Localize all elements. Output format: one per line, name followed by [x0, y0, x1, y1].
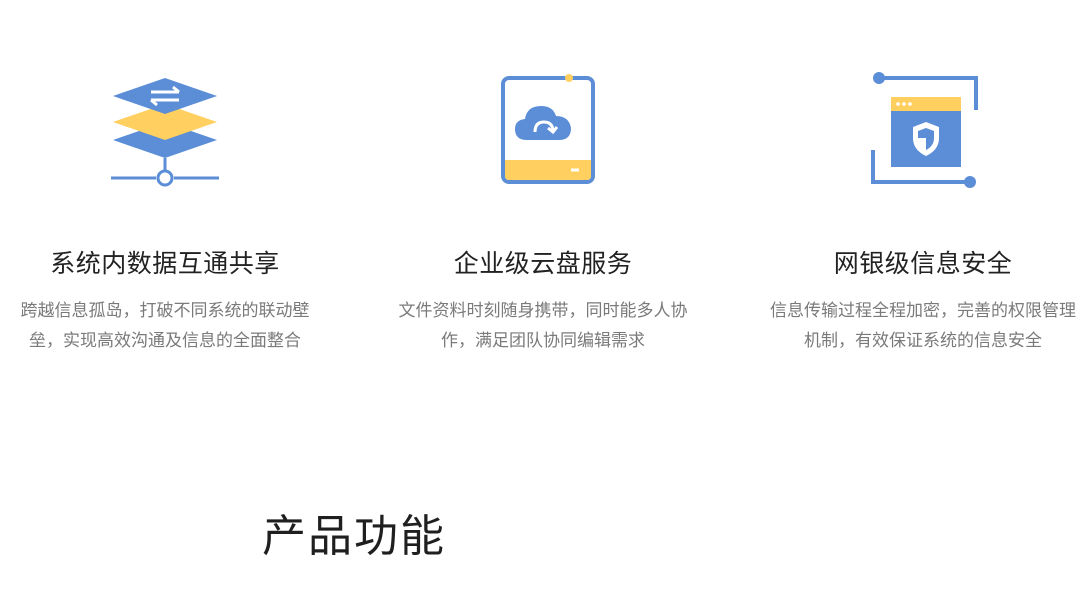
feature-card-data-sharing: 系统内数据互通共享 跨越信息孤岛，打破不同系统的联动壁垒，实现高效沟通及信息的全… — [5, 70, 325, 356]
feature-title: 企业级云盘服务 — [453, 249, 633, 278]
feature-card-cloud-drive: 企业级云盘服务 文件资料时刻随身携带，同时能多人协作，满足团队协同编辑需求 — [383, 70, 703, 356]
feature-title: 系统内数据互通共享 — [50, 249, 280, 278]
feature-description: 信息传输过程全程加密，完善的权限管理机制，有效保证系统的信息安全 — [770, 301, 1076, 351]
page: 系统内数据互通共享 跨越信息孤岛，打破不同系统的联动壁垒，实现高效沟通及信息的全… — [0, 0, 1080, 608]
feature-description: 跨越信息孤岛，打破不同系统的联动壁垒，实现高效沟通及信息的全面整合 — [20, 301, 310, 351]
feature-description: 文件资料时刻随身携带，同时能多人协作，满足团队协同编辑需求 — [398, 301, 688, 351]
data-exchange-layers-icon — [111, 78, 219, 187]
feature-title: 网银级信息安全 — [833, 249, 1013, 278]
feature-card-security: 网银级信息安全 信息传输过程全程加密，完善的权限管理机制，有效保证系统的信息安全 — [763, 70, 1080, 356]
security-shield-icon — [871, 72, 978, 188]
section-title-product-features: 产品功能 — [262, 511, 446, 562]
cloud-drive-icon — [501, 74, 595, 184]
